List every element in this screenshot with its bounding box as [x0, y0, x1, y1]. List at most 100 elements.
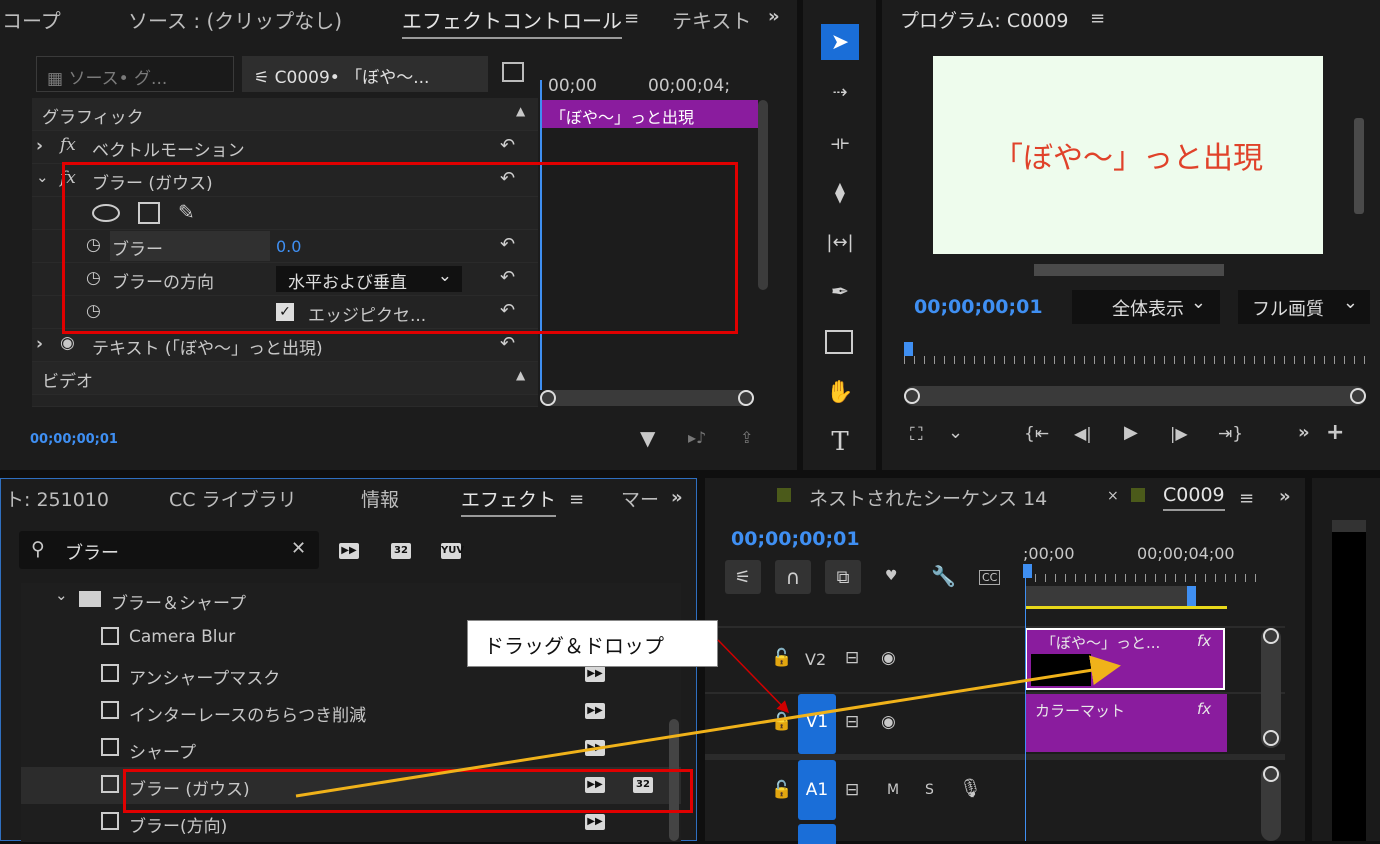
tab-text[interactable]: テキスト	[672, 5, 751, 34]
nest-toggle-icon[interactable]: ⚟	[725, 560, 761, 594]
sync-lock-icon[interactable]: ⊟	[845, 648, 859, 668]
clip-v2-text[interactable]: 「ぼや～」っと... fx	[1025, 628, 1225, 690]
ec-timecode[interactable]: 00;00;00;01	[30, 432, 118, 447]
folder-blur-sharpen[interactable]: ⌄ ブラー＆シャープ	[21, 583, 681, 617]
collapse-chevron-icon[interactable]: ⌄	[55, 586, 68, 604]
lock-icon[interactable]: 🔓	[771, 712, 792, 732]
tab-source[interactable]: ソース : (クリップなし)	[128, 5, 342, 34]
play-icon[interactable]: ▶	[1124, 422, 1138, 443]
add-button-icon[interactable]: +	[1326, 420, 1344, 445]
effect-interlace-reduce[interactable]: インターレースのちらつき削減 ▶▶	[21, 693, 681, 730]
safe-margins-icon[interactable]: ⛶	[910, 424, 923, 445]
mute-button[interactable]: M	[887, 782, 899, 798]
tab-markers[interactable]: マー	[621, 485, 659, 512]
wrench-icon[interactable]: 🔧	[931, 564, 956, 588]
32bit-filter-icon[interactable]: 32	[391, 543, 411, 559]
source-selector[interactable]: ▦ ソース• グ...	[36, 56, 234, 92]
eye-icon[interactable]: ◉	[881, 712, 896, 732]
slip-tool-icon[interactable]: |↔|	[821, 226, 859, 258]
step-back-icon[interactable]: ◀|	[1074, 424, 1092, 443]
rectangle-tool-icon[interactable]	[825, 330, 853, 354]
lock-icon[interactable]: 🔓	[771, 648, 792, 668]
program-ruler[interactable]	[904, 344, 1366, 364]
scroll-handle-right[interactable]	[738, 390, 754, 406]
ec-vscroll[interactable]	[758, 100, 768, 290]
clear-search-icon[interactable]: ✕	[291, 538, 306, 559]
close-icon[interactable]: ×	[1107, 488, 1119, 504]
fx-icon[interactable]: fx	[60, 135, 76, 155]
reset-icon[interactable]: ↶	[500, 333, 515, 354]
eye-icon[interactable]: ◉	[881, 648, 896, 668]
program-playhead[interactable]	[904, 342, 913, 356]
razor-tool-icon[interactable]: ⧫	[821, 176, 859, 208]
timeline-playhead[interactable]	[1025, 574, 1026, 841]
play-audio-icon[interactable]: ▸♪	[688, 428, 706, 447]
zoombar-handle-right[interactable]	[1350, 388, 1366, 404]
work-area-bar[interactable]	[1025, 586, 1193, 606]
reset-icon[interactable]: ↶	[500, 135, 515, 156]
ec-clip-bar[interactable]: 「ぼや～」っと出現	[542, 100, 758, 128]
search-input[interactable]: ブラー	[65, 539, 119, 565]
captions-icon[interactable]: CC	[979, 570, 1001, 585]
lock-icon[interactable]: 🔓	[771, 780, 792, 800]
panel-toggle-icon[interactable]	[502, 62, 524, 82]
track-select-tool-icon[interactable]: ⇢	[821, 76, 859, 108]
export-icon[interactable]: ⇪	[740, 428, 753, 447]
vscroll-handle[interactable]	[1263, 730, 1279, 746]
chevron-down-icon[interactable]: ⌄	[948, 422, 963, 443]
filter-icon[interactable]: ▼	[640, 426, 655, 450]
tab-effects[interactable]: エフェクト	[461, 485, 557, 517]
snap-magnet-icon[interactable]: ∩	[775, 560, 811, 594]
accelerated-filter-icon[interactable]: ▶▶	[339, 543, 359, 559]
sync-lock-icon[interactable]: ⊟	[845, 712, 859, 732]
expand-chevron-icon[interactable]: ›	[36, 136, 43, 156]
track-target-a1[interactable]: A1	[798, 760, 836, 820]
clip-selector[interactable]: ⚟ C0009• 「ぼや～...	[242, 56, 488, 92]
clip-v1-color-matte[interactable]: カラーマット fx	[1025, 694, 1227, 752]
program-preview[interactable]: 「ぼや～」っと出現	[933, 56, 1323, 254]
timeline-ruler[interactable]	[1025, 568, 1265, 582]
row-vector-motion[interactable]: › fx ベクトルモーション ↶	[32, 131, 538, 164]
preview-vscroll[interactable]	[1354, 118, 1364, 214]
ec-scrollbar[interactable]	[540, 390, 754, 406]
overflow-chevron-icon[interactable]: »	[671, 487, 683, 508]
zoombar-handle-left[interactable]	[904, 388, 920, 404]
tab-c0009[interactable]: C0009	[1163, 484, 1225, 511]
pen-tool-icon[interactable]: ✒	[821, 276, 859, 308]
type-tool-icon[interactable]: T	[821, 424, 859, 460]
program-zoombar[interactable]	[904, 386, 1366, 406]
program-timecode[interactable]: 00;00;00;01	[914, 296, 1043, 318]
hand-tool-icon[interactable]: ✋	[821, 376, 859, 408]
collapse-up-icon[interactable]: ▲	[516, 368, 525, 382]
yuv-filter-icon[interactable]: YUV	[441, 543, 464, 559]
collapse-up-icon[interactable]: ▲	[516, 104, 525, 118]
tab-cc-libraries[interactable]: CC ライブラリ	[169, 485, 297, 512]
effects-search-box[interactable]: ⚲ ブラー ✕	[19, 531, 319, 569]
tab-effect-controls[interactable]: エフェクトコントロール	[402, 5, 622, 39]
tab-info[interactable]: 情報	[361, 485, 399, 512]
ripple-edit-tool-icon[interactable]: ⟛	[821, 126, 859, 158]
timeline-timecode[interactable]: 00;00;00;01	[731, 528, 860, 550]
solo-button[interactable]: S	[925, 782, 934, 798]
linked-selection-icon[interactable]: ⧉	[825, 560, 861, 594]
zoom-dropdown[interactable]: 全体表示 ⌄	[1072, 290, 1220, 324]
collapse-chevron-icon[interactable]: ⌄	[36, 168, 49, 186]
go-to-in-icon[interactable]: {⇤	[1024, 424, 1049, 444]
track-target-v1[interactable]: V1	[798, 694, 836, 754]
menu-icon[interactable]: ≡	[1090, 8, 1105, 29]
step-forward-icon[interactable]: |▶	[1170, 424, 1188, 443]
vscroll-handle[interactable]	[1263, 766, 1279, 782]
out-point-marker[interactable]	[1187, 586, 1196, 606]
effect-sharpen[interactable]: シャープ ▶▶	[21, 730, 681, 767]
quality-dropdown[interactable]: フル画質 ⌄	[1238, 290, 1370, 324]
menu-icon[interactable]: ≡	[569, 489, 584, 510]
scroll-handle-left[interactable]	[540, 390, 556, 406]
overflow-chevron-icon[interactable]: »	[1279, 486, 1291, 507]
microphone-icon[interactable]: 🎙	[959, 778, 982, 799]
add-marker-icon[interactable]: ♥	[885, 568, 898, 584]
tab-scopes[interactable]: コープ	[2, 5, 61, 34]
menu-icon[interactable]: ≡	[624, 8, 639, 29]
sync-lock-icon[interactable]: ⊟	[845, 780, 859, 800]
vscroll-handle[interactable]	[1263, 628, 1279, 644]
eye-icon[interactable]: ◉	[60, 333, 75, 353]
